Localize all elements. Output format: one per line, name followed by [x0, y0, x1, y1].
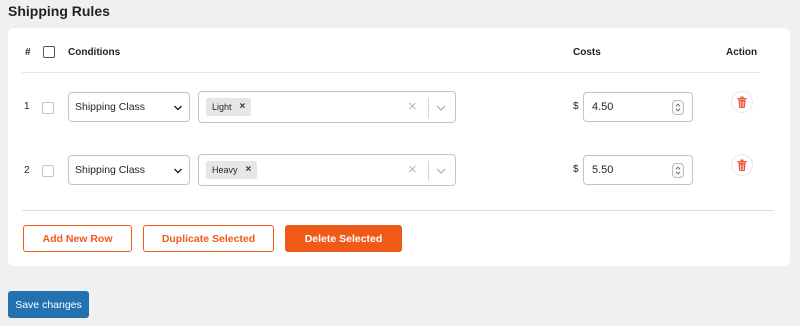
save-changes-button[interactable]: Save changes [8, 291, 89, 318]
tag-remove-icon[interactable]: × [240, 102, 246, 112]
row-checkbox[interactable] [42, 102, 54, 114]
tag-remove-icon[interactable]: × [246, 165, 252, 175]
column-header-costs: Costs [573, 47, 601, 58]
column-header-action: Action [726, 47, 758, 58]
column-header-conditions: Conditions [68, 47, 121, 58]
cost-value: 4.50 [592, 101, 614, 113]
clear-selection-icon[interactable]: × [408, 99, 417, 114]
condition-type-value: Shipping Class [75, 101, 146, 113]
multiselect-separator [428, 98, 429, 118]
delete-row-button[interactable] [731, 91, 753, 113]
spinner-icon[interactable] [672, 163, 684, 178]
row-number: 1 [24, 101, 30, 112]
condition-type-value: Shipping Class [75, 164, 146, 176]
column-header-number: # [25, 47, 31, 58]
multiselect-separator [428, 161, 429, 181]
add-new-row-button[interactable]: Add New Row [23, 225, 132, 252]
cost-input[interactable]: 5.50 [583, 155, 693, 185]
chevron-down-icon [174, 168, 182, 174]
select-all-checkbox[interactable] [43, 46, 55, 58]
tag-label: Heavy [212, 165, 238, 175]
tag-chip: Heavy × [206, 161, 258, 179]
shipping-class-multiselect[interactable]: Heavy × × [198, 154, 456, 186]
condition-type-select[interactable]: Shipping Class [68, 92, 190, 122]
row-checkbox[interactable] [42, 165, 54, 177]
trash-icon [737, 96, 747, 108]
chevron-down-icon [174, 105, 182, 111]
trash-icon [737, 159, 747, 171]
chevron-down-icon[interactable] [435, 102, 447, 114]
currency-symbol: $ [573, 101, 579, 112]
section-title: Shipping Rules [8, 3, 110, 19]
delete-selected-button[interactable]: Delete Selected [285, 225, 402, 252]
cost-input[interactable]: 4.50 [583, 92, 693, 122]
header-divider [22, 72, 760, 73]
tag-chip: Light × [206, 98, 252, 116]
cost-value: 5.50 [592, 164, 614, 176]
row-number: 2 [24, 165, 30, 176]
shipping-class-multiselect[interactable]: Light × × [198, 91, 456, 123]
spinner-icon[interactable] [672, 100, 684, 115]
footer-divider [22, 210, 774, 211]
clear-selection-icon[interactable]: × [408, 162, 417, 177]
chevron-down-icon[interactable] [435, 165, 447, 177]
condition-type-select[interactable]: Shipping Class [68, 155, 190, 185]
tag-label: Light [212, 102, 232, 112]
currency-symbol: $ [573, 164, 579, 175]
duplicate-selected-button[interactable]: Duplicate Selected [143, 225, 274, 252]
delete-row-button[interactable] [731, 154, 753, 176]
